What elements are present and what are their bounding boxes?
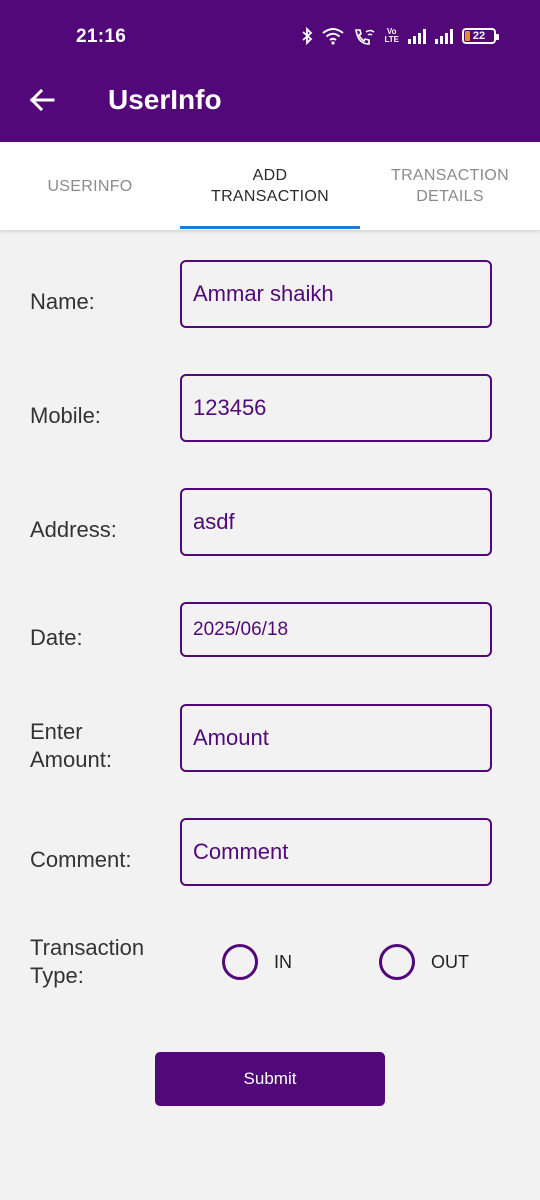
battery-icon: 22 bbox=[462, 28, 499, 44]
radio-out[interactable]: OUT bbox=[379, 944, 469, 980]
mobile-label: Mobile: bbox=[30, 403, 101, 428]
tab-indicator bbox=[180, 226, 360, 229]
signal-icon bbox=[408, 28, 426, 44]
page-title: UserInfo bbox=[108, 84, 222, 115]
name-input[interactable] bbox=[193, 281, 490, 307]
name-field[interactable] bbox=[180, 260, 492, 328]
bluetooth-icon bbox=[302, 27, 313, 45]
mobile-input[interactable] bbox=[193, 395, 490, 421]
wifi-call-icon bbox=[355, 29, 375, 45]
tab-userinfo[interactable]: USERINFO bbox=[0, 142, 180, 230]
app-bar: 21:16 Vo LTE 22 UserInfo bbox=[0, 0, 540, 142]
tab-transaction-details[interactable]: TRANSACTION DETAILS bbox=[360, 142, 540, 230]
comment-field[interactable] bbox=[180, 818, 492, 886]
amount-field[interactable] bbox=[180, 704, 492, 772]
wifi-icon bbox=[322, 28, 345, 45]
radio-circle-icon[interactable] bbox=[222, 944, 258, 980]
radio-in[interactable]: IN bbox=[222, 944, 292, 980]
arrow-left-icon[interactable] bbox=[28, 86, 56, 114]
signal-icon bbox=[435, 28, 453, 44]
address-field[interactable] bbox=[180, 488, 492, 556]
transaction-type-label: Transaction Type: bbox=[30, 935, 145, 988]
battery-level: 22 bbox=[472, 30, 486, 42]
radio-in-label: IN bbox=[274, 951, 292, 972]
address-input[interactable] bbox=[193, 509, 490, 535]
status-time: 21:16 bbox=[76, 26, 127, 47]
address-label: Address: bbox=[30, 517, 117, 542]
submit-button[interactable]: Submit bbox=[155, 1052, 385, 1106]
status-icons: Vo LTE 22 bbox=[301, 24, 499, 48]
radio-out-label: OUT bbox=[431, 951, 469, 972]
comment-label: Comment: bbox=[30, 847, 132, 872]
mobile-field[interactable] bbox=[180, 374, 492, 442]
volte-icon: Vo LTE bbox=[384, 27, 399, 44]
date-input[interactable] bbox=[193, 618, 490, 641]
comment-input[interactable] bbox=[193, 839, 490, 865]
date-label: Date: bbox=[30, 625, 83, 650]
radio-circle-icon[interactable] bbox=[379, 944, 415, 980]
tab-add-transaction[interactable]: ADD TRANSACTION bbox=[180, 142, 360, 230]
name-label: Name: bbox=[30, 289, 95, 314]
tab-bar: USERINFO ADD TRANSACTION TRANSACTION DET… bbox=[0, 142, 540, 230]
date-field[interactable] bbox=[180, 602, 492, 657]
amount-label: Enter Amount: bbox=[30, 719, 112, 772]
amount-input[interactable] bbox=[193, 725, 490, 751]
